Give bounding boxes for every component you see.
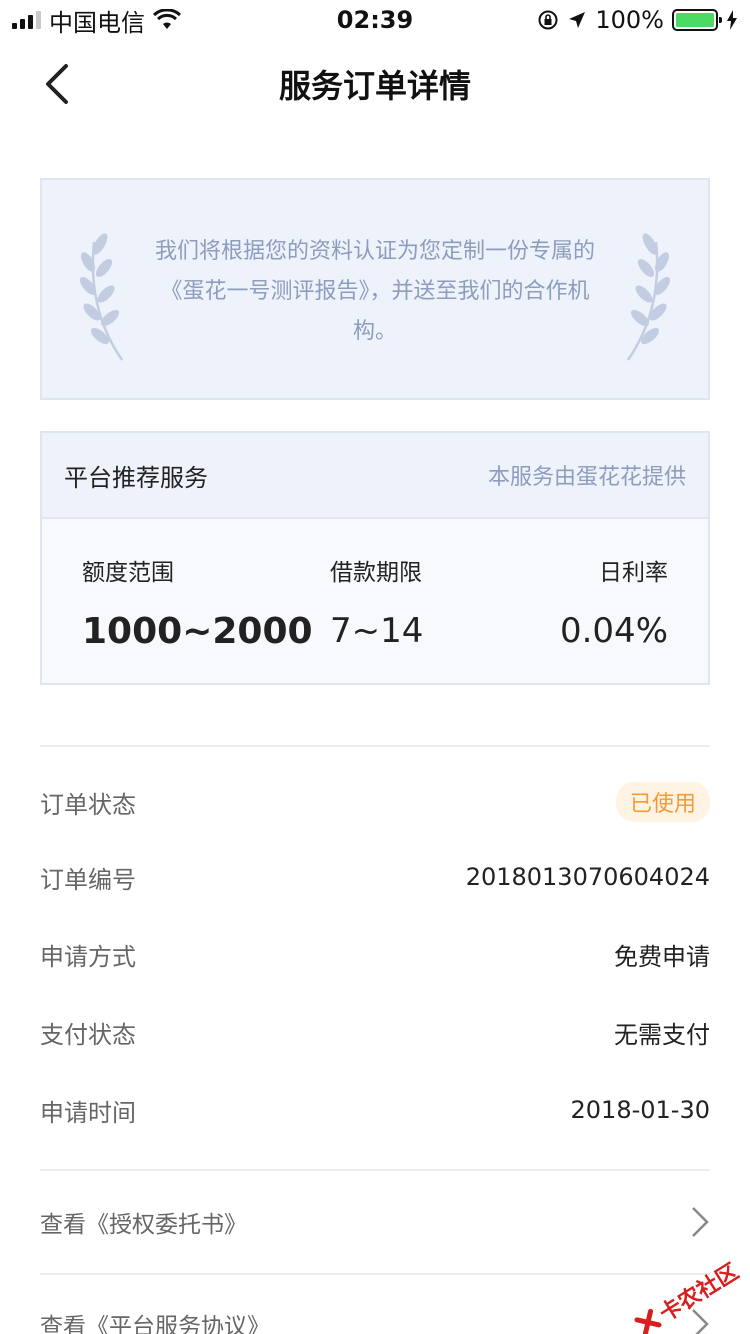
link-platform-agreement[interactable]: 查看《平台服务协议》 [40,1294,710,1334]
metric-loan-term: 借款期限 7~14 [330,553,423,651]
order-row-method: 申请方式 免费申请 [40,929,710,979]
row-label: 支付状态 [40,1020,136,1049]
link-label: 查看《平台服务协议》 [40,1314,270,1334]
battery-icon [672,9,722,31]
laurel-right-icon [626,233,670,361]
link-label: 查看《授权委托书》 [40,1212,247,1238]
divider [40,1273,710,1275]
metric-value: 7~14 [330,611,424,651]
location-icon [569,12,586,28]
service-header: 平台推荐服务 本服务由蛋花花提供 [42,433,708,519]
row-label: 订单编号 [40,865,136,894]
charging-icon [727,10,737,30]
metric-label: 额度范围 [82,560,174,586]
order-row-status: 订单状态 已使用 [40,777,710,827]
rotation-lock-icon [538,10,558,30]
metric-credit-range: 额度范围 1000~2000 [82,553,313,652]
intro-description: 我们将根据您的资料认证为您定制一份专属的《蛋花一号测评报告》，并送至我们的合作机… [154,239,595,344]
signal-icon [12,11,41,29]
chevron-right-icon [692,1207,709,1237]
wifi-icon [153,9,181,29]
nav-bar: 服务订单详情 [0,40,750,128]
status-bar: 中国电信 02:39 100% [0,0,750,40]
metric-value: 0.04% [559,611,668,651]
order-row-number: 订单编号 2018013070604024 [40,852,710,902]
metric-daily-rate: 日利率 0.04% [560,553,668,651]
service-metrics: 额度范围 1000~2000 借款期限 7~14 日利率 0.04% [42,519,708,685]
metric-label: 日利率 [599,560,668,586]
service-title: 平台推荐服务 [64,463,208,492]
service-provider: 本服务由蛋花花提供 [487,465,686,490]
order-row-payment: 支付状态 无需支付 [40,1007,710,1057]
row-value: 无需支付 [614,1020,710,1049]
divider [40,1169,710,1171]
row-value: 2018-01-30 [570,1096,710,1124]
intro-card: 我们将根据您的资料认证为您定制一份专属的《蛋花一号测评报告》，并送至我们的合作机… [40,178,710,400]
metric-label: 借款期限 [330,560,422,586]
page-title: 服务订单详情 [278,67,471,105]
row-label: 申请方式 [40,942,136,971]
row-label: 订单状态 [40,790,136,819]
status-badge: 已使用 [615,782,710,822]
battery-percent: 100% [595,6,664,34]
status-left: 中国电信 [12,3,181,38]
order-row-time: 申请时间 2018-01-30 [40,1085,710,1135]
back-button[interactable] [40,62,80,106]
laurel-left-icon [80,233,124,361]
status-right: 100% [537,6,738,34]
metric-value: 1000~2000 [82,611,313,652]
divider [40,745,710,747]
service-card: 平台推荐服务 本服务由蛋花花提供 额度范围 1000~2000 借款期限 7~1… [40,431,710,685]
link-authorization-letter[interactable]: 查看《授权委托书》 [40,1192,710,1252]
row-value: 免费申请 [614,942,710,971]
row-value: 2018013070604024 [465,863,710,891]
row-label: 申请时间 [40,1098,136,1127]
carrier-name: 中国电信 [49,8,145,37]
